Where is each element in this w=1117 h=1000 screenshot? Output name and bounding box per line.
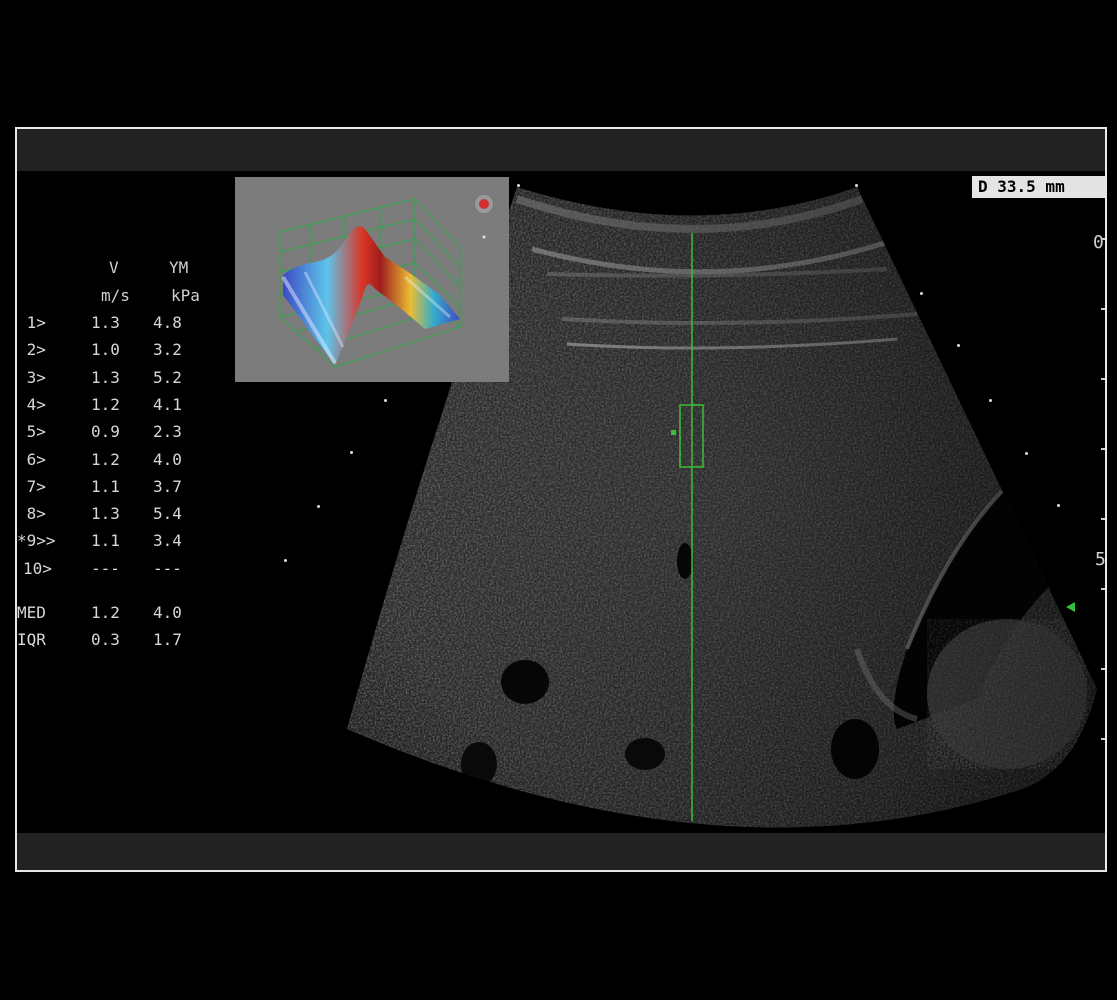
measurement-ym-3: 5.2 xyxy=(153,368,182,387)
measurement-v-2: 1.0 xyxy=(91,340,120,359)
focus-marker xyxy=(1066,602,1075,612)
measurement-v-6: 1.2 xyxy=(91,450,120,469)
measurement-index-2: 2> xyxy=(17,340,46,359)
column-header-ym: YM xyxy=(169,258,189,277)
measurement-v-7: 1.1 xyxy=(91,477,120,496)
measurement-v-10: --- xyxy=(91,559,120,578)
measurement-ym-2: 3.2 xyxy=(153,340,182,359)
measurement-index-6: 6> xyxy=(17,450,46,469)
summary-label-med: MED xyxy=(17,603,46,622)
measurement-v-4: 1.2 xyxy=(91,395,120,414)
measurement-index-1: 1> xyxy=(17,313,46,332)
measurement-v-8: 1.3 xyxy=(91,504,120,523)
measurement-index-7: 7> xyxy=(17,477,46,496)
summary-ym-iqr: 1.7 xyxy=(153,630,182,649)
measurement-index-8: 8> xyxy=(17,504,46,523)
depth-readout: D 33.5 mm xyxy=(972,176,1105,198)
measurement-ym-7: 3.7 xyxy=(153,477,182,496)
summary-v-iqr: 0.3 xyxy=(91,630,120,649)
measurement-ym-6: 4.0 xyxy=(153,450,182,469)
ultrasound-image xyxy=(347,187,1105,828)
measurement-ym-5: 2.3 xyxy=(153,422,182,441)
column-unit-ym: kPa xyxy=(171,286,200,305)
measurement-v-9: 1.1 xyxy=(91,531,120,550)
depth-scale-0: 0 xyxy=(1093,232,1104,253)
measurement-index-3: 3> xyxy=(17,368,46,387)
measurement-index-5: 5> xyxy=(17,422,46,441)
measurement-ym-8: 5.4 xyxy=(153,504,182,523)
measurement-v-5: 0.9 xyxy=(91,422,120,441)
measurement-index-9: *9>> xyxy=(17,531,56,550)
measurement-ym-9: 3.4 xyxy=(153,531,182,550)
depth-scale-5: 5 xyxy=(1095,549,1106,570)
elastography-3d-inset xyxy=(235,177,509,382)
roi-marker xyxy=(671,430,676,435)
measurement-ym-10: --- xyxy=(153,559,182,578)
measurement-index-10: 10> xyxy=(23,559,52,578)
measurement-v-3: 1.3 xyxy=(91,368,120,387)
measurement-ym-1: 4.8 xyxy=(153,313,182,332)
summary-ym-med: 4.0 xyxy=(153,603,182,622)
column-unit-v: m/s xyxy=(101,286,130,305)
summary-v-med: 1.2 xyxy=(91,603,120,622)
summary-label-iqr: IQR xyxy=(17,630,46,649)
measurement-ym-4: 4.1 xyxy=(153,395,182,414)
measurement-index-4: 4> xyxy=(17,395,46,414)
measurement-v-1: 1.3 xyxy=(91,313,120,332)
column-header-v: V xyxy=(109,258,119,277)
ultrasound-frame: V YM m/s kPa 1> 1.3 4.8 2> 1.0 3.2 3> 1.3 5.2 … xyxy=(15,127,1107,872)
